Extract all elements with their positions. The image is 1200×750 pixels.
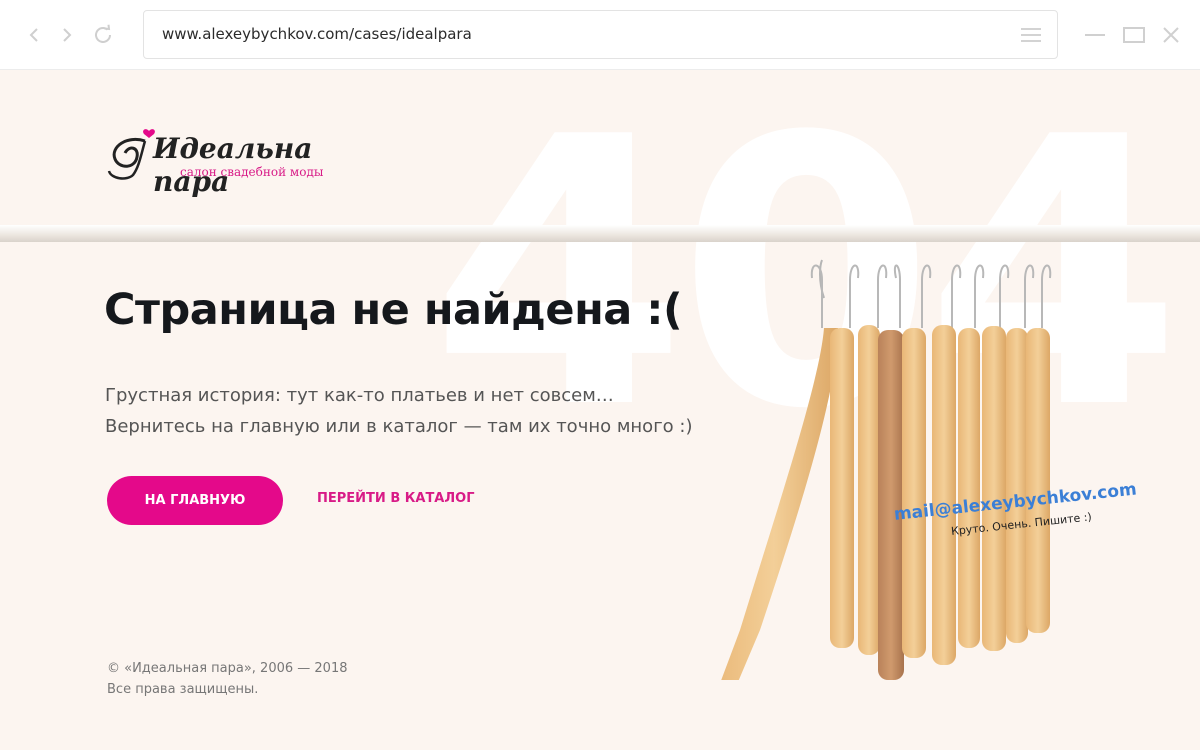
page-title: Страница не найдена :( bbox=[104, 285, 683, 335]
address-bar[interactable]: www.alexeybychkov.com/cases/idealpara bbox=[143, 10, 1058, 59]
reload-icon[interactable] bbox=[90, 22, 116, 48]
hamburger-menu-icon[interactable] bbox=[1021, 27, 1041, 43]
logo-subtitle: салон свадебной моды bbox=[180, 165, 324, 179]
error-description: Грустная история: тут как-то платьев и н… bbox=[105, 380, 692, 442]
site-logo[interactable]: Идеальна пара салон свадебной моды bbox=[105, 125, 375, 198]
description-line-2: Вернитесь на главную или в каталог — там… bbox=[105, 416, 693, 437]
url-text[interactable]: www.alexeybychkov.com/cases/idealpara bbox=[162, 25, 472, 43]
footer-rights: Все права защищены. bbox=[107, 682, 259, 697]
back-arrow-icon[interactable] bbox=[21, 22, 47, 48]
maximize-icon[interactable] bbox=[1121, 22, 1147, 48]
home-button[interactable]: НА ГЛАВНУЮ bbox=[107, 476, 283, 525]
hangers-image bbox=[721, 259, 1052, 680]
close-icon[interactable] bbox=[1158, 22, 1184, 48]
browser-toolbar: www.alexeybychkov.com/cases/idealpara bbox=[0, 0, 1200, 70]
footer: © «Идеальная пара», 2006 — 2018 Все прав… bbox=[107, 658, 348, 700]
page-content: 404 Идеальна пара салон свадебной моды С… bbox=[0, 70, 1200, 750]
footer-copyright: © «Идеальная пара», 2006 — 2018 bbox=[107, 661, 348, 676]
catalog-link[interactable]: ПЕРЕЙТИ В КАТАЛОГ bbox=[317, 491, 475, 506]
minimize-icon[interactable] bbox=[1082, 22, 1108, 48]
description-line-1: Грустная история: тут как-то платьев и н… bbox=[105, 385, 614, 406]
forward-arrow-icon[interactable] bbox=[54, 22, 80, 48]
